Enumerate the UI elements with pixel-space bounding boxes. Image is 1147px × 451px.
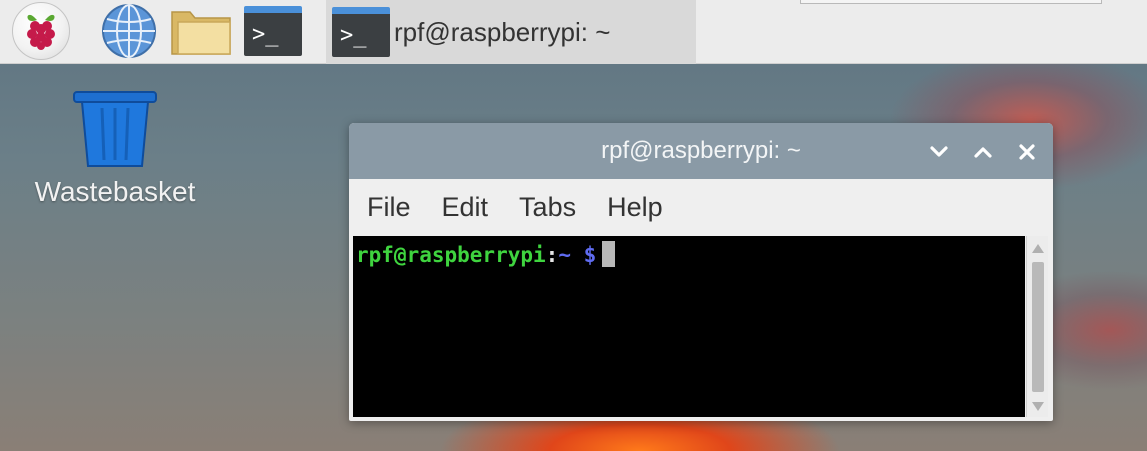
- chevron-down-icon: [930, 146, 948, 157]
- terminal-glyph: >_: [340, 23, 367, 48]
- terminal-scrollbar[interactable]: [1026, 236, 1048, 417]
- prompt-symbol: $: [583, 243, 597, 267]
- menu-help[interactable]: Help: [607, 192, 663, 223]
- menu-file[interactable]: File: [367, 192, 411, 223]
- prompt-path: ~: [558, 243, 571, 267]
- web-browser-button[interactable]: [98, 2, 160, 60]
- trash-icon: [73, 91, 157, 167]
- prompt-user: rpf@raspberrypi: [356, 243, 546, 267]
- desktop-icon-wastebasket[interactable]: Wastebasket: [20, 90, 210, 208]
- scroll-up-arrow-icon[interactable]: [1032, 244, 1044, 253]
- scrollbar-thumb[interactable]: [1032, 262, 1044, 392]
- taskbar-window-label: rpf@raspberrypi: ~: [394, 16, 611, 47]
- terminal-glyph: >_: [252, 22, 279, 47]
- terminal-window: rpf@raspberrypi: ~ File Edit Tabs Help r…: [349, 123, 1053, 421]
- maximize-button[interactable]: [969, 139, 997, 165]
- menu-tabs[interactable]: Tabs: [519, 192, 576, 223]
- desktop-icon-label: Wastebasket: [34, 176, 196, 207]
- raspberry-menu-button[interactable]: [10, 2, 72, 60]
- window-titlebar[interactable]: rpf@raspberrypi: ~: [349, 123, 1053, 179]
- taskbar: >_ >_ rpf@raspberrypi: ~: [0, 0, 1147, 64]
- taskbar-right-widget[interactable]: [800, 0, 1102, 4]
- minimize-button[interactable]: [925, 139, 953, 165]
- terminal-icon: >_: [244, 6, 302, 56]
- raspberry-pi-icon: [12, 2, 70, 60]
- menu-bar: File Edit Tabs Help: [349, 179, 1053, 235]
- menu-edit[interactable]: Edit: [442, 192, 489, 223]
- prompt-separator: :: [545, 243, 559, 267]
- terminal-launcher-button[interactable]: >_: [242, 2, 304, 60]
- file-manager-button[interactable]: [168, 2, 234, 60]
- text-cursor: [602, 241, 616, 267]
- close-button[interactable]: [1013, 139, 1041, 165]
- globe-icon: [102, 4, 156, 58]
- taskbar-window-terminal[interactable]: >_ rpf@raspberrypi: ~: [326, 0, 696, 64]
- terminal-icon: >_: [332, 7, 390, 57]
- folder-icon: [171, 11, 231, 55]
- close-icon: [1019, 144, 1035, 160]
- chevron-up-icon: [974, 147, 992, 158]
- terminal-output[interactable]: rpf@raspberrypi:~ $: [353, 236, 1025, 417]
- scroll-down-arrow-icon[interactable]: [1032, 402, 1044, 411]
- window-controls: [925, 139, 1041, 165]
- window-title: rpf@raspberrypi: ~: [601, 137, 801, 164]
